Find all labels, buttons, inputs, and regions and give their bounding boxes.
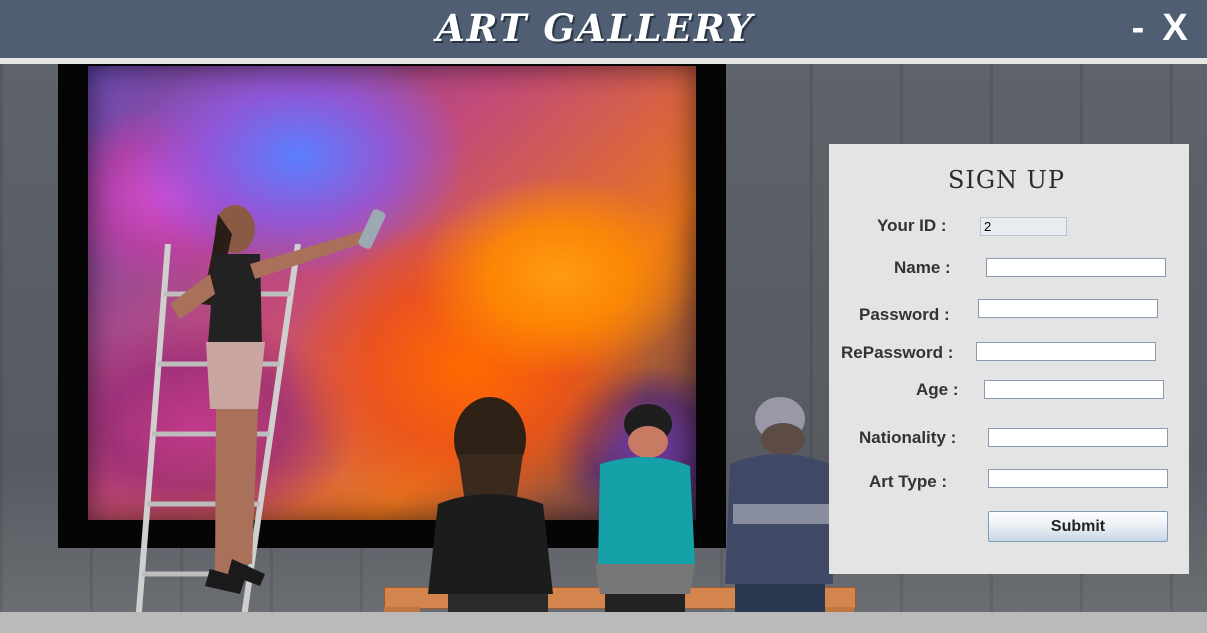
floor (0, 612, 1207, 633)
title-bar: ART GALLERY - X (0, 0, 1207, 58)
app-title: ART GALLERY (436, 6, 754, 50)
close-button[interactable]: X (1158, 6, 1192, 50)
age-field[interactable] (984, 380, 1164, 399)
viewer-figure-left (428, 397, 553, 633)
artist-figure (170, 205, 386, 594)
id-label: Your ID : (877, 216, 947, 235)
nationality-label: Nationality : (859, 428, 957, 447)
name-label: Name : (894, 258, 951, 277)
viewer-figure-right (725, 397, 833, 633)
password-field[interactable] (978, 299, 1158, 318)
name-field[interactable] (986, 258, 1166, 277)
submit-button[interactable]: Submit (988, 511, 1168, 542)
signup-title: SIGN UP (947, 166, 1066, 194)
viewer-figure-middle (595, 404, 695, 633)
signup-panel: SIGN UP Your ID : Name : Password : RePa… (829, 144, 1189, 574)
repassword-field[interactable] (976, 342, 1156, 361)
age-label: Age : (916, 380, 959, 399)
password-label: Password : (859, 305, 950, 324)
art-type-field[interactable] (988, 469, 1168, 488)
id-field[interactable] (980, 217, 1067, 236)
repassword-label: RePassword : (841, 343, 954, 362)
art-type-label: Art Type : (869, 472, 948, 491)
minimize-button[interactable]: - (1126, 6, 1150, 50)
nationality-field[interactable] (988, 428, 1168, 447)
